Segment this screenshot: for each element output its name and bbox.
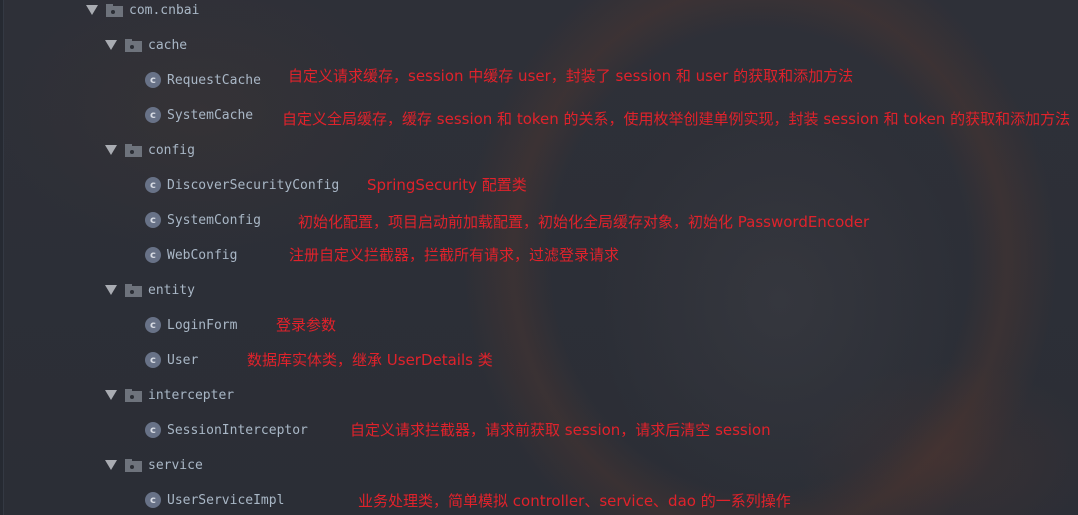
class-icon: c: [145, 212, 161, 228]
package-label: config: [148, 142, 195, 158]
tree-node-class[interactable]: c UserServiceImpl: [145, 490, 284, 510]
class-label: SystemConfig: [167, 212, 261, 228]
package-folder-icon: [125, 143, 142, 157]
tree-node-package-service[interactable]: service: [105, 455, 203, 475]
class-annotation: 初始化配置，项目启动前加载配置，初始化全局缓存对象，初始化 PasswordEn…: [298, 213, 870, 231]
expand-arrow-icon[interactable]: [105, 390, 117, 400]
class-annotation: 自定义全局缓存，缓存 session 和 token 的关系，使用枚举创建单例实…: [282, 110, 1071, 128]
tree-node-root[interactable]: com.cnbai: [86, 0, 199, 20]
package-label: entity: [148, 282, 195, 298]
tree-node-package-intercepter[interactable]: intercepter: [105, 385, 234, 405]
class-annotation: 业务处理类，简单模拟 controller、service、dao 的一系列操作: [358, 492, 791, 510]
class-icon: c: [145, 352, 161, 368]
class-annotation: 数据库实体类，继承 UserDetails 类: [247, 351, 493, 369]
class-label: User: [167, 352, 199, 368]
class-label: LoginForm: [167, 317, 238, 333]
package-folder-icon: [125, 38, 142, 52]
class-icon: c: [145, 177, 161, 193]
package-label: cache: [148, 37, 188, 53]
class-label: UserServiceImpl: [167, 492, 285, 508]
package-label: intercepter: [148, 387, 235, 403]
class-icon: c: [145, 247, 161, 263]
package-folder-icon: [125, 283, 142, 297]
package-folder-icon: [106, 3, 123, 17]
class-annotation: 自定义请求缓存，session 中缓存 user，封装了 session 和 u…: [288, 67, 854, 85]
tree-node-class[interactable]: c User: [145, 350, 198, 370]
tree-node-class[interactable]: c WebConfig: [145, 245, 237, 265]
expand-arrow-icon[interactable]: [105, 40, 117, 50]
tree-node-class[interactable]: c SystemCache: [145, 105, 253, 125]
panel-edge: [0, 0, 4, 515]
expand-arrow-icon[interactable]: [105, 145, 117, 155]
class-label: SystemCache: [167, 107, 254, 123]
tree-node-class[interactable]: c SystemConfig: [145, 210, 261, 230]
package-label: service: [148, 457, 203, 473]
package-folder-icon: [125, 388, 142, 402]
class-icon: c: [145, 317, 161, 333]
class-label: RequestCache: [167, 72, 261, 88]
class-annotation: 登录参数: [276, 316, 337, 334]
class-annotation: 注册自定义拦截器，拦截所有请求，过滤登录请求: [289, 246, 620, 264]
tree-node-package-config[interactable]: config: [105, 140, 195, 160]
class-icon: c: [145, 422, 161, 438]
class-annotation: SpringSecurity 配置类: [367, 176, 527, 194]
tree-node-package-cache[interactable]: cache: [105, 35, 187, 55]
expand-arrow-icon[interactable]: [105, 285, 117, 295]
tree-node-class[interactable]: c SessionInterceptor: [145, 420, 308, 440]
tree-node-class[interactable]: c DiscoverSecurityConfig: [145, 175, 339, 195]
class-icon: c: [145, 72, 161, 88]
expand-arrow-icon[interactable]: [86, 5, 98, 15]
class-label: DiscoverSecurityConfig: [167, 177, 340, 193]
class-label: SessionInterceptor: [167, 422, 308, 438]
class-icon: c: [145, 107, 161, 123]
tree-node-class[interactable]: c RequestCache: [145, 70, 261, 90]
tree-node-class[interactable]: c LoginForm: [145, 315, 237, 335]
tree-node-package-entity[interactable]: entity: [105, 280, 195, 300]
expand-arrow-icon[interactable]: [105, 460, 117, 470]
class-annotation: 自定义请求拦截器，请求前获取 session，请求后清空 session: [350, 421, 771, 439]
package-label: com.cnbai: [129, 2, 200, 18]
class-label: WebConfig: [167, 247, 238, 263]
package-folder-icon: [125, 458, 142, 472]
class-icon: c: [145, 492, 161, 508]
